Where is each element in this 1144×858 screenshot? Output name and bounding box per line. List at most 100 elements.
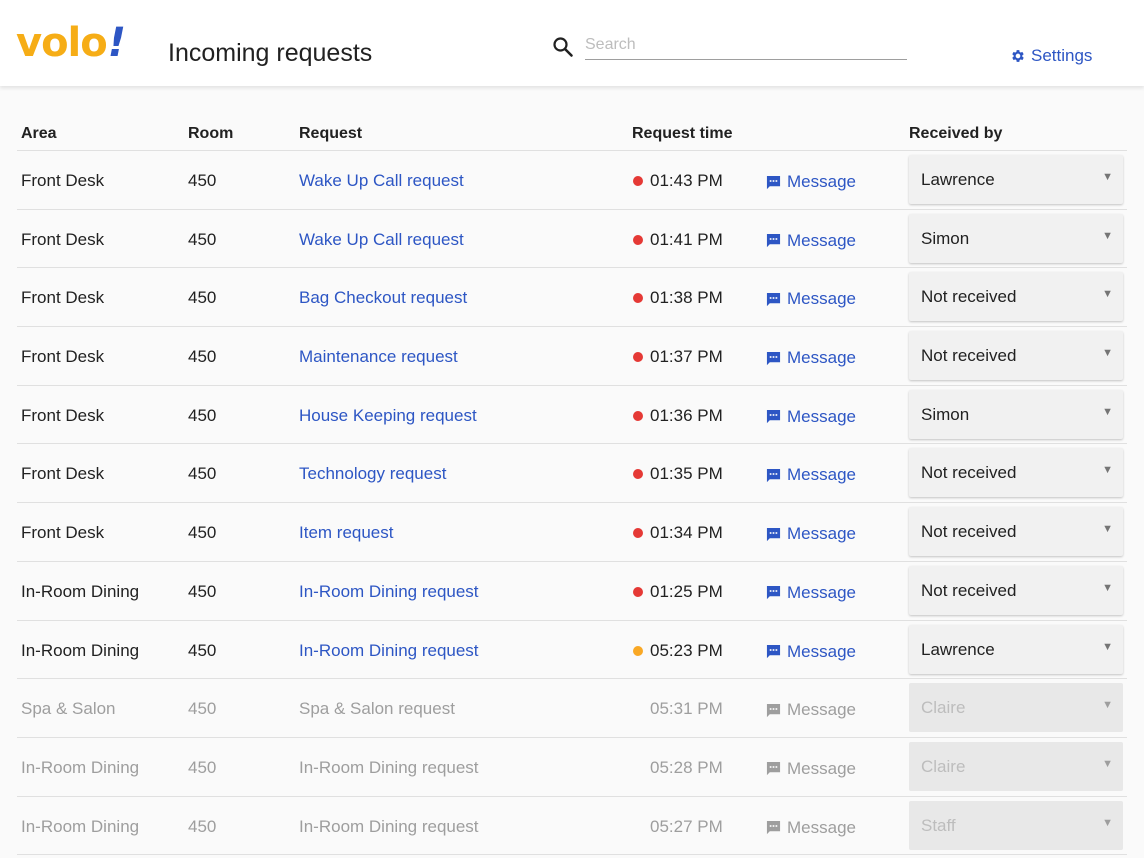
table-row: In-Room Dining 450 In-Room Dining reques… [17, 797, 1127, 856]
message-button[interactable]: Message [766, 171, 856, 193]
dropdown-arrow-icon: ▼ [1102, 581, 1113, 594]
table-header: Area Room Request Request time Received … [17, 115, 1127, 151]
message-label: Message [787, 348, 856, 368]
message-button[interactable]: Message [766, 347, 856, 369]
message-icon [766, 234, 781, 248]
logo-text: volo [16, 20, 108, 66]
table-row: In-Room Dining 450 In-Room Dining reques… [17, 562, 1127, 621]
table-row: Front Desk 450 Item request 01:34 PM Mes… [17, 503, 1127, 562]
message-label: Message [787, 289, 856, 309]
area-cell: Front Desk [21, 229, 105, 249]
request-link[interactable]: House Keeping request [299, 405, 477, 427]
settings-label: Settings [1031, 46, 1093, 65]
message-button[interactable]: Message [766, 464, 856, 486]
request-time-cell: 01:35 PM [633, 463, 723, 485]
search-input[interactable] [585, 30, 907, 60]
message-button[interactable]: Message [766, 288, 856, 310]
area-cell: Front Desk [21, 288, 105, 308]
received-by-select[interactable]: Not received ▼ [909, 272, 1123, 322]
request-link[interactable]: In-Room Dining request [299, 816, 479, 838]
dropdown-arrow-icon: ▼ [1102, 171, 1113, 183]
received-by-select[interactable]: Simon ▼ [909, 389, 1123, 439]
room-cell: 450 [188, 523, 217, 543]
request-time-cell: 01:37 PM [633, 346, 723, 368]
message-icon [766, 175, 781, 189]
room-cell: 450 [188, 171, 217, 190]
message-button[interactable]: Message [766, 406, 856, 428]
request-link[interactable]: In-Room Dining request [299, 581, 479, 603]
request-time-cell: 05:31 PM [633, 698, 723, 720]
search-icon[interactable] [551, 35, 575, 59]
received-by-select[interactable]: Claire ▼ [909, 683, 1123, 733]
room-cell: 450 [188, 699, 217, 719]
request-time-cell: 05:27 PM [633, 816, 723, 838]
received-by-value: Lawrence [921, 639, 995, 659]
received-by-select[interactable]: Not received ▼ [909, 507, 1123, 557]
room-cell: 450 [188, 405, 217, 425]
gear-icon [1012, 50, 1024, 62]
received-by-value: Not received [921, 346, 1017, 366]
table-row: Front Desk 450 Maintenance request 01:37… [17, 327, 1127, 386]
request-link[interactable]: Spa & Salon request [299, 698, 455, 720]
message-label: Message [787, 524, 856, 544]
status-dot [633, 704, 643, 714]
request-time: 01:38 PM [650, 288, 723, 308]
received-by-select[interactable]: Not received ▼ [909, 565, 1123, 615]
message-button[interactable]: Message [766, 699, 856, 721]
message-button[interactable]: Message [766, 641, 856, 663]
received-by-select[interactable]: Not received ▼ [909, 448, 1123, 498]
table-row: Front Desk 450 Wake Up Call request 01:4… [17, 151, 1127, 210]
column-header-received-by[interactable]: Received by [909, 125, 1002, 143]
table-row: Spa & Salon 450 Spa & Salon request 05:3… [17, 679, 1127, 738]
column-header-room[interactable]: Room [188, 125, 233, 143]
message-button[interactable]: Message [766, 523, 856, 545]
column-header-request-time[interactable]: Request time [632, 125, 732, 143]
status-dot [633, 176, 643, 186]
dropdown-arrow-icon: ▼ [1102, 229, 1113, 242]
room-cell: 450 [188, 288, 217, 308]
status-dot [633, 586, 643, 597]
message-button[interactable]: Message [766, 817, 856, 839]
status-dot [633, 528, 643, 539]
request-link[interactable]: In-Room Dining request [299, 757, 479, 779]
request-time: 01:43 PM [650, 171, 723, 190]
table-row: Front Desk 450 Wake Up Call request 01:4… [17, 210, 1127, 269]
settings-button[interactable]: Settings [1010, 45, 1092, 67]
request-link[interactable]: Item request [299, 522, 394, 544]
received-by-select[interactable]: Claire ▼ [909, 741, 1123, 791]
received-by-value: Simon [921, 228, 970, 248]
request-link[interactable]: Technology request [299, 463, 446, 485]
column-header-request[interactable]: Request [299, 125, 362, 143]
request-time: 05:23 PM [650, 640, 723, 660]
dropdown-arrow-icon: ▼ [1102, 699, 1113, 712]
dropdown-arrow-icon: ▼ [1102, 757, 1113, 770]
room-cell: 450 [188, 816, 217, 836]
message-button[interactable]: Message [766, 230, 856, 252]
message-label: Message [787, 700, 856, 720]
message-label: Message [787, 172, 856, 191]
request-link[interactable]: Maintenance request [299, 346, 458, 368]
request-link[interactable]: Wake Up Call request [299, 229, 464, 251]
volo-logo[interactable]: volo! [16, 20, 126, 66]
table-body: Front Desk 450 Wake Up Call request 01:4… [17, 151, 1127, 856]
column-header-area[interactable]: Area [21, 125, 57, 143]
request-link[interactable]: Wake Up Call request [299, 170, 464, 192]
received-by-select[interactable]: Lawrence ▼ [909, 155, 1123, 204]
request-link[interactable]: Bag Checkout request [299, 287, 467, 309]
received-by-value: Not received [921, 522, 1017, 542]
page-title: Incoming requests [168, 39, 373, 67]
received-by-value: Claire [921, 698, 966, 718]
received-by-select[interactable]: Simon ▼ [909, 213, 1123, 263]
received-by-select[interactable]: Lawrence ▼ [909, 624, 1123, 674]
request-time-cell: 01:36 PM [633, 405, 723, 427]
area-cell: Front Desk [21, 347, 105, 367]
status-dot [633, 293, 643, 304]
request-link[interactable]: In-Room Dining request [299, 640, 479, 662]
received-by-value: Staff [921, 815, 956, 835]
message-button[interactable]: Message [766, 582, 856, 604]
message-button[interactable]: Message [766, 758, 856, 780]
received-by-select[interactable]: Staff ▼ [909, 800, 1123, 850]
room-cell: 450 [188, 229, 217, 249]
table-row: In-Room Dining 450 In-Room Dining reques… [17, 738, 1127, 797]
received-by-select[interactable]: Not received ▼ [909, 331, 1123, 381]
